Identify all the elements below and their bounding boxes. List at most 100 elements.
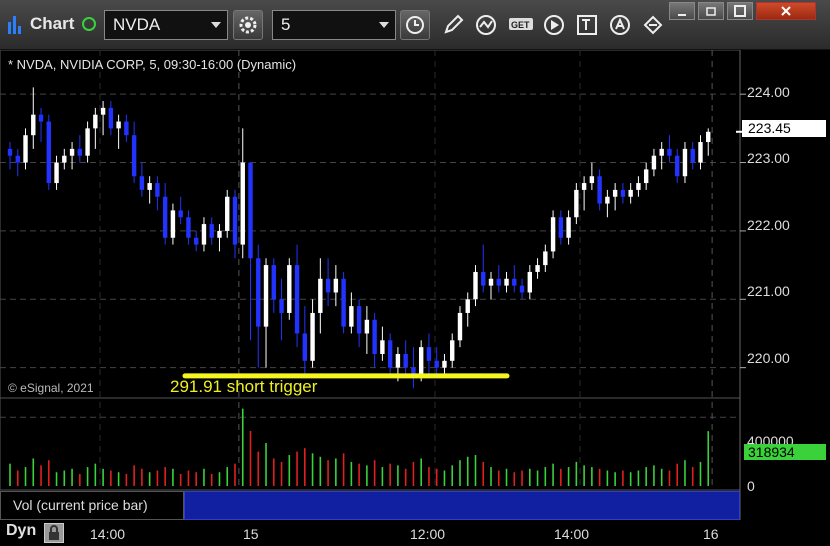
play-icon: [544, 15, 564, 35]
maximize-button[interactable]: [727, 2, 753, 20]
candle-body: [170, 210, 176, 238]
candle-body: [698, 142, 703, 163]
candle-body: [178, 210, 183, 218]
symbol-input[interactable]: NVDA: [104, 10, 228, 40]
get-icon: GET: [509, 18, 533, 30]
candle-body: [93, 114, 98, 129]
candle-body: [356, 306, 362, 334]
candle-body: [488, 278, 494, 286]
candle-body: [271, 265, 276, 300]
candle-body: [558, 217, 564, 238]
candle-body: [574, 189, 579, 218]
time-axis-label: 15: [243, 526, 259, 542]
candle-body: [465, 299, 470, 313]
candle-body: [139, 176, 145, 190]
candle-body: [62, 155, 67, 163]
time-template-button[interactable]: [400, 10, 430, 40]
candle-body: [426, 347, 432, 361]
candle-body: [100, 107, 106, 115]
lock-button[interactable]: [44, 523, 64, 543]
candle-body: [186, 217, 191, 238]
candle-body: [302, 333, 308, 361]
candle-body: [23, 135, 28, 163]
candle-body: [225, 196, 230, 231]
candle-body: [256, 258, 261, 327]
candle-body: [54, 162, 59, 184]
candle-body: [535, 265, 540, 272]
play-button[interactable]: [539, 10, 569, 40]
candle-body: [395, 353, 401, 368]
candle-body: [387, 340, 393, 368]
candle-body: [364, 319, 370, 334]
candle-body: [450, 340, 455, 361]
candle-body: [543, 251, 548, 266]
candle-body: [690, 148, 695, 163]
price-axis-label: 220.00: [747, 350, 790, 366]
candle-body: [201, 224, 207, 245]
time-axis-label: 14:00: [554, 526, 590, 542]
candle-body: [434, 360, 439, 368]
svg-text:GET: GET: [511, 20, 530, 30]
candle-body: [418, 347, 424, 375]
time-axis-label: 14:00: [90, 526, 126, 542]
candle-body: [651, 155, 657, 170]
chart-app-icon: [8, 14, 22, 34]
candle-body: [643, 169, 649, 184]
candle-body: [294, 265, 300, 334]
candle-body: [69, 148, 75, 156]
candle-body: [442, 360, 447, 368]
candle-body: [682, 148, 688, 177]
interval-value: 5: [281, 15, 291, 34]
studies-button[interactable]: [472, 10, 502, 40]
alert-button[interactable]: [605, 10, 635, 40]
settings-button[interactable]: [233, 10, 263, 40]
time-axis-label: 12:00: [410, 526, 446, 542]
candle-body: [333, 278, 339, 293]
candle-body: [636, 183, 641, 190]
candle-body: [566, 217, 571, 238]
draw-tool-button[interactable]: [438, 10, 468, 40]
time-axis-label: 16: [703, 526, 719, 542]
candle-body: [232, 196, 238, 245]
candle-body: [155, 183, 160, 197]
candle-body: [77, 148, 83, 156]
volume-study-label[interactable]: Vol (current price bar): [0, 491, 184, 520]
copyright-text: © eSignal, 2021: [8, 381, 94, 395]
candle-body: [248, 162, 253, 259]
candle-body: [162, 196, 168, 238]
chart-area[interactable]: * NVDA, NVIDIA CORP, 5, 09:30-16:00 (Dyn…: [0, 50, 830, 546]
candle-body: [550, 217, 556, 252]
volume-axis-label: 0: [747, 478, 755, 494]
link-button[interactable]: [638, 10, 668, 40]
restore-icon: [706, 7, 716, 16]
chevron-down-icon[interactable]: [211, 22, 221, 28]
candle-body: [372, 319, 377, 354]
maximize-icon: [734, 5, 746, 17]
link-status-icon[interactable]: [82, 17, 96, 31]
price-volume-chart[interactable]: [0, 50, 830, 546]
candle-body: [310, 312, 315, 361]
candle-body: [131, 135, 137, 177]
interval-input[interactable]: 5: [272, 10, 396, 40]
chevron-down-icon[interactable]: [379, 22, 389, 28]
candle-body: [240, 162, 245, 245]
candle-body: [667, 148, 672, 156]
candle-body: [473, 271, 478, 300]
minimize-icon: [678, 14, 686, 16]
minimize-button[interactable]: [669, 2, 695, 20]
study-icon: [476, 15, 496, 35]
candle-body: [706, 131, 711, 143]
get-data-button[interactable]: GET: [506, 10, 536, 40]
candle-body: [496, 278, 501, 286]
close-button[interactable]: [756, 2, 816, 20]
candle-body: [147, 183, 152, 190]
restore-button[interactable]: [698, 2, 724, 20]
close-icon: [781, 6, 791, 16]
candle-body: [209, 224, 214, 238]
chart-scrollbar[interactable]: [184, 491, 740, 520]
text-tool-button[interactable]: [572, 10, 602, 40]
candle-body: [620, 189, 626, 197]
dynamic-mode-label[interactable]: Dyn: [6, 522, 36, 540]
candle-body: [15, 155, 20, 163]
trigger-annotation[interactable]: 291.91 short trigger: [170, 377, 317, 397]
